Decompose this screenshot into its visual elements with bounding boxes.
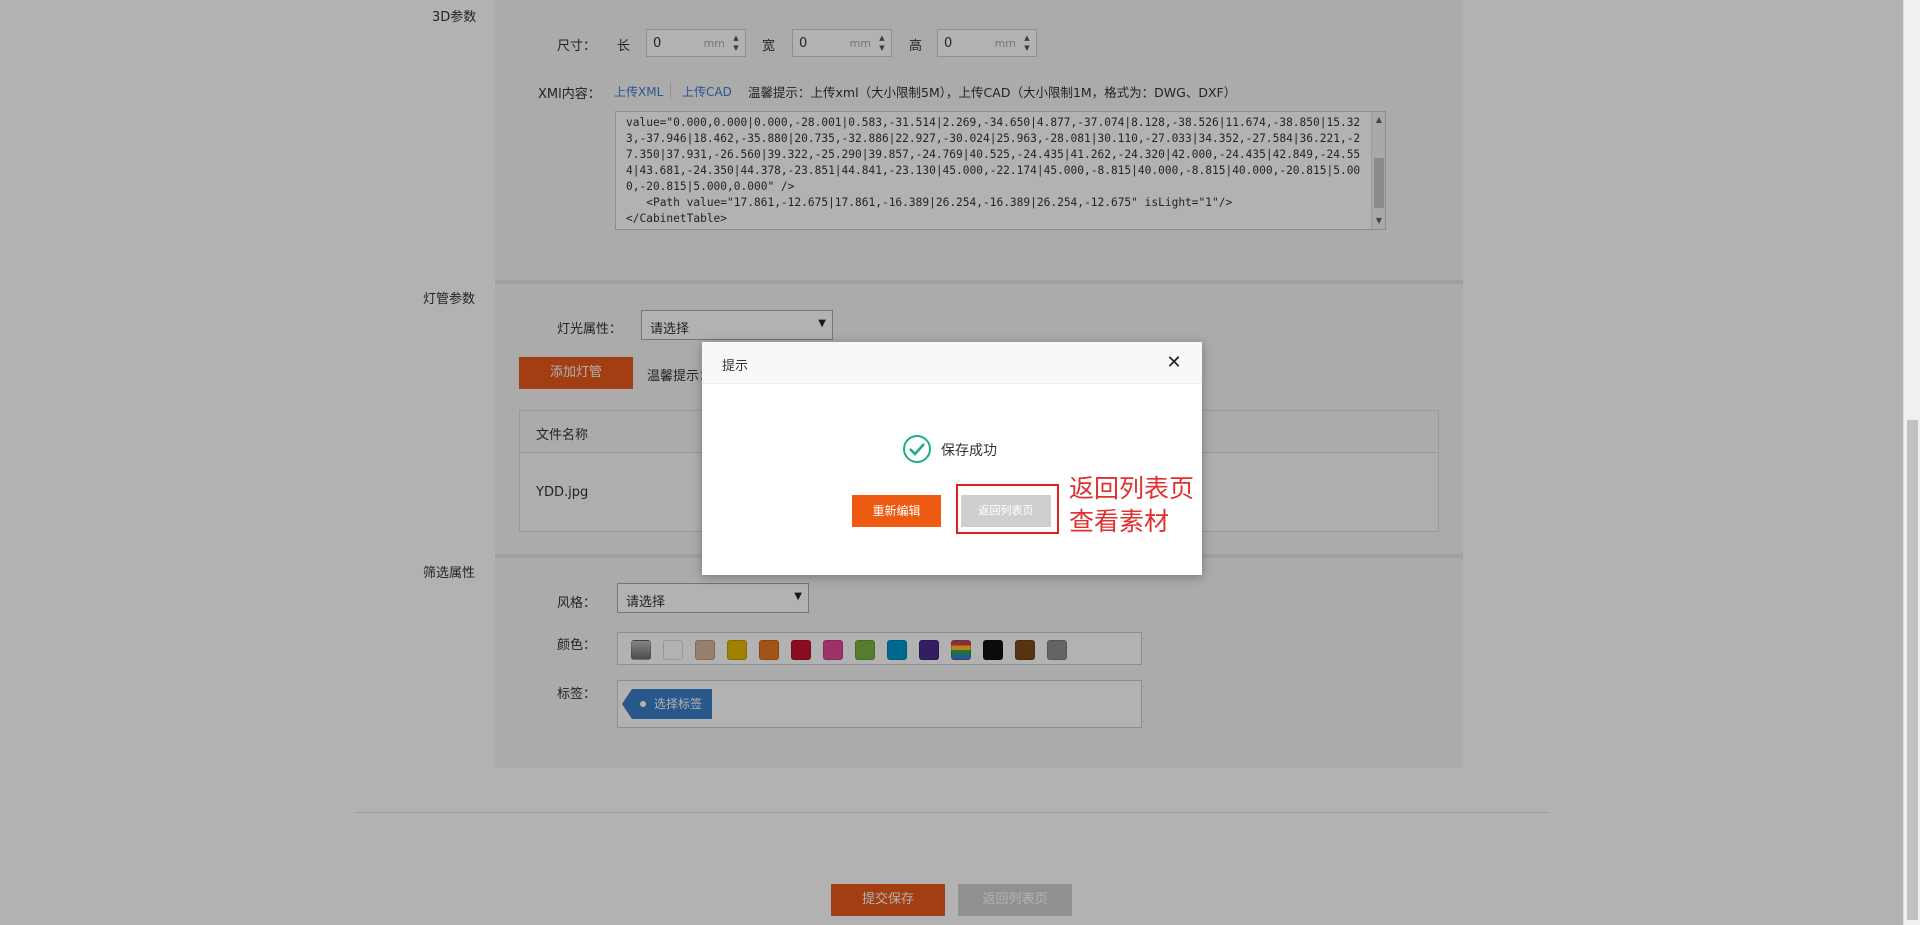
success-dialog: 提示 ✕ 保存成功 重新编辑 返回列表页	[702, 342, 1202, 575]
page-scroll-thumb[interactable]	[1907, 420, 1918, 920]
annotation-highlight	[956, 484, 1059, 534]
page: 3D参数 尺寸： 长 0 mm ▲ ▼ 宽 0 mm ▲ ▼ 高 0 mm ▲ ▼ X…	[0, 0, 1920, 925]
re-edit-button[interactable]: 重新编辑	[852, 495, 941, 527]
success-message: 保存成功	[941, 443, 997, 459]
annotation-line-1: 返回列表页	[1069, 474, 1195, 503]
dialog-title: 提示	[722, 359, 749, 374]
check-circle-icon	[903, 435, 931, 463]
annotation-text: 返回列表页 查看素材	[1069, 472, 1194, 538]
annotation-line-2: 查看素材	[1069, 507, 1170, 536]
page-scrollbar[interactable]	[1903, 0, 1920, 925]
dialog-header: 提示 ✕	[702, 342, 1202, 384]
close-icon[interactable]: ✕	[1164, 352, 1184, 373]
